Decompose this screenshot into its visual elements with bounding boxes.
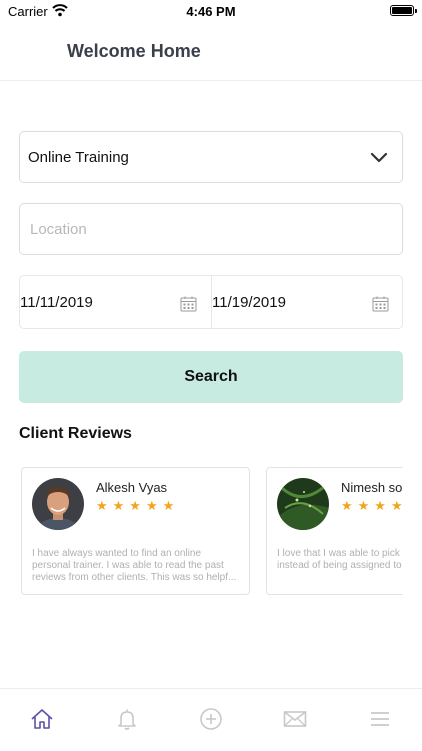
reviewer-name: Nimesh sor — [341, 480, 403, 495]
avatar — [277, 478, 329, 530]
header: Welcome Home — [0, 22, 422, 81]
search-button[interactable]: Search — [19, 351, 403, 403]
status-bar: Carrier 4:46 PM — [0, 0, 422, 22]
reviews-carousel[interactable]: Alkesh Vyas ★★★★★ I have always wanted t… — [0, 465, 403, 599]
category-select[interactable]: Online Training — [19, 131, 403, 183]
reviews-section-title: Client Reviews — [19, 425, 132, 442]
bell-icon[interactable] — [115, 707, 139, 731]
calendar-icon[interactable] — [180, 296, 197, 312]
review-card[interactable]: Nimesh sor ★★★★ I love that I was able t… — [266, 467, 403, 595]
reviewer-name: Alkesh Vyas — [96, 480, 168, 495]
location-field-wrapper — [19, 203, 403, 255]
menu-icon[interactable] — [368, 707, 392, 731]
start-date-value: 11/11/2019 — [20, 294, 93, 311]
review-text: I have always wanted to find an online p… — [32, 548, 237, 583]
avatar — [32, 478, 84, 530]
end-date-field[interactable]: 11/19/2019 — [212, 276, 403, 328]
review-text: I love that I was able to pick a instead… — [277, 548, 403, 571]
calendar-icon[interactable] — [372, 296, 389, 312]
battery-icon — [390, 5, 417, 16]
category-select-value: Online Training — [28, 149, 129, 166]
star-rating: ★★★★ — [341, 498, 403, 513]
review-card[interactable]: Alkesh Vyas ★★★★★ I have always wanted t… — [21, 467, 250, 595]
clock: 4:46 PM — [186, 4, 236, 19]
start-date-field[interactable]: 11/11/2019 — [20, 276, 212, 328]
tab-bar — [0, 688, 422, 751]
mail-icon[interactable] — [283, 707, 307, 731]
star-rating: ★★★★★ — [96, 498, 180, 513]
date-range: 11/11/2019 11/19/2019 — [19, 275, 403, 329]
end-date-value: 11/19/2019 — [212, 294, 286, 311]
add-icon[interactable] — [199, 707, 223, 731]
chevron-down-icon — [370, 152, 388, 163]
home-icon[interactable] — [30, 707, 54, 731]
page-title: Welcome Home — [67, 41, 201, 61]
location-input[interactable] — [28, 204, 392, 254]
